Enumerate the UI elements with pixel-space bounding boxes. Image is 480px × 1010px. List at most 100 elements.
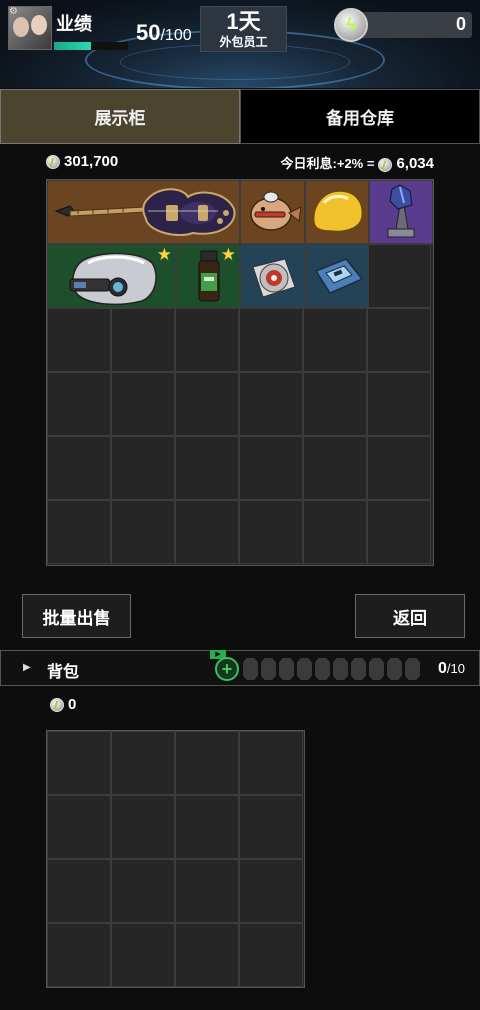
- item-toy-fish[interactable]: [240, 180, 305, 244]
- tab-display-cabinet[interactable]: 展示柜: [0, 89, 240, 144]
- item-vr-helmet[interactable]: ★: [47, 244, 176, 308]
- backpack-money: 0: [50, 696, 76, 713]
- grid-cell[interactable]: [47, 859, 111, 923]
- grid-cell[interactable]: [239, 308, 303, 372]
- add-slot-button[interactable]: +: [215, 657, 239, 681]
- crystal-trophy-icon: [387, 184, 415, 238]
- grid-cell[interactable]: [175, 923, 239, 987]
- day-indicator: 1天 外包员工: [200, 6, 287, 52]
- performance-value: 50: [136, 20, 161, 45]
- grid-cell[interactable]: [175, 372, 239, 436]
- coin-icon: [50, 698, 64, 713]
- item-crystal-trophy[interactable]: [369, 180, 433, 244]
- grid-cell[interactable]: [111, 372, 175, 436]
- grid-cell[interactable]: [367, 436, 431, 500]
- grid-cell[interactable]: [367, 244, 431, 308]
- capacity-slot: [315, 658, 330, 680]
- backpack-capacity-slots: [243, 658, 420, 680]
- grid-cell[interactable]: [111, 795, 175, 859]
- grid-cell[interactable]: [367, 500, 431, 564]
- grid-cell[interactable]: [239, 923, 303, 987]
- backpack-money-value: 0: [68, 696, 77, 713]
- coin-icon: [46, 155, 60, 170]
- capacity-slot: [333, 658, 348, 680]
- performance-progress-fill: [54, 42, 91, 50]
- item-gold-nugget[interactable]: [305, 180, 369, 244]
- capacity-slot: [369, 658, 384, 680]
- grid-cell[interactable]: [175, 308, 239, 372]
- cd-disc-icon: [252, 258, 296, 298]
- capacity-slot: [405, 658, 420, 680]
- grid-cell[interactable]: [47, 731, 111, 795]
- bulk-sell-button[interactable]: 批量出售: [22, 594, 131, 638]
- grid-cell[interactable]: [47, 436, 111, 500]
- item-memory-card[interactable]: [305, 244, 369, 308]
- grid-cell[interactable]: [239, 859, 303, 923]
- top-header: ⚙ 业绩 50/100 1天 外包员工 0 ϟ: [0, 0, 480, 88]
- grid-cell[interactable]: [303, 372, 367, 436]
- settings-gear-icon[interactable]: ⚙: [9, 6, 18, 17]
- item-electric-guitar[interactable]: [47, 180, 240, 244]
- backpack-bar[interactable]: ▶ 背包 ▶ + 0/10: [0, 650, 480, 686]
- grid-cell[interactable]: [239, 731, 303, 795]
- daily-interest: 今日利息:+2% = 6,034: [281, 153, 434, 172]
- backpack-grid: [46, 730, 305, 988]
- grid-cell[interactable]: [47, 923, 111, 987]
- grid-cell[interactable]: [111, 436, 175, 500]
- star-icon: ★: [220, 245, 236, 264]
- backpack-count-value: 0: [438, 660, 447, 677]
- capacity-slot: [297, 658, 312, 680]
- item-cd-disc[interactable]: [240, 244, 305, 308]
- grid-cell[interactable]: [239, 500, 303, 564]
- grid-cell[interactable]: [47, 372, 111, 436]
- grid-cell[interactable]: [111, 859, 175, 923]
- cabinet-money-value: 301,700: [64, 153, 119, 170]
- grid-cell[interactable]: [239, 436, 303, 500]
- grid-cell[interactable]: [175, 436, 239, 500]
- coin-icon: [378, 157, 393, 172]
- tab-backup-storage[interactable]: 备用仓库: [240, 89, 480, 144]
- performance-progress-bar: [54, 42, 128, 50]
- grid-cell[interactable]: [303, 436, 367, 500]
- grid-cell[interactable]: [111, 308, 175, 372]
- grid-cell[interactable]: [175, 500, 239, 564]
- player-role: 外包员工: [219, 35, 268, 49]
- interest-label: 今日利息:+2% =: [280, 156, 375, 171]
- grid-cell[interactable]: [175, 859, 239, 923]
- grid-cell[interactable]: [47, 500, 111, 564]
- electric-guitar-icon: [54, 188, 236, 237]
- grid-cell[interactable]: [175, 795, 239, 859]
- memory-card-icon: [314, 258, 364, 294]
- interest-amount: 6,034: [396, 155, 434, 172]
- performance-max: /100: [160, 27, 192, 44]
- warehouse-tabs: 展示柜 备用仓库: [0, 89, 480, 144]
- capacity-slot: [261, 658, 276, 680]
- lightning-energy-icon: ϟ: [334, 8, 368, 42]
- grid-cell[interactable]: [367, 308, 431, 372]
- grid-cell[interactable]: [175, 731, 239, 795]
- energy-value: 0: [455, 14, 466, 34]
- grid-cell[interactable]: [303, 500, 367, 564]
- expand-arrow-icon[interactable]: ▶: [23, 662, 31, 673]
- toy-fish-icon: [250, 191, 302, 231]
- performance-label: 业绩: [56, 14, 92, 34]
- grid-cell[interactable]: [239, 372, 303, 436]
- grid-cell[interactable]: [111, 923, 175, 987]
- capacity-slot: [243, 658, 258, 680]
- grid-cell[interactable]: [47, 795, 111, 859]
- day-count: 1天: [226, 9, 261, 34]
- grid-cell[interactable]: [239, 795, 303, 859]
- grid-cell[interactable]: [303, 308, 367, 372]
- grid-cell[interactable]: [47, 308, 111, 372]
- star-icon: ★: [156, 245, 172, 264]
- grid-cell[interactable]: [111, 731, 175, 795]
- capacity-slot: [279, 658, 294, 680]
- grid-cell[interactable]: [111, 500, 175, 564]
- cabinet-money: 301,700: [46, 153, 118, 170]
- grid-cell[interactable]: [367, 372, 431, 436]
- back-button[interactable]: 返回: [355, 594, 465, 638]
- energy-counter[interactable]: 0: [350, 12, 472, 38]
- backpack-count-max: /10: [446, 661, 465, 676]
- backpack-count: 0/10: [438, 660, 465, 678]
- item-medicine-bottle[interactable]: ★: [176, 244, 240, 308]
